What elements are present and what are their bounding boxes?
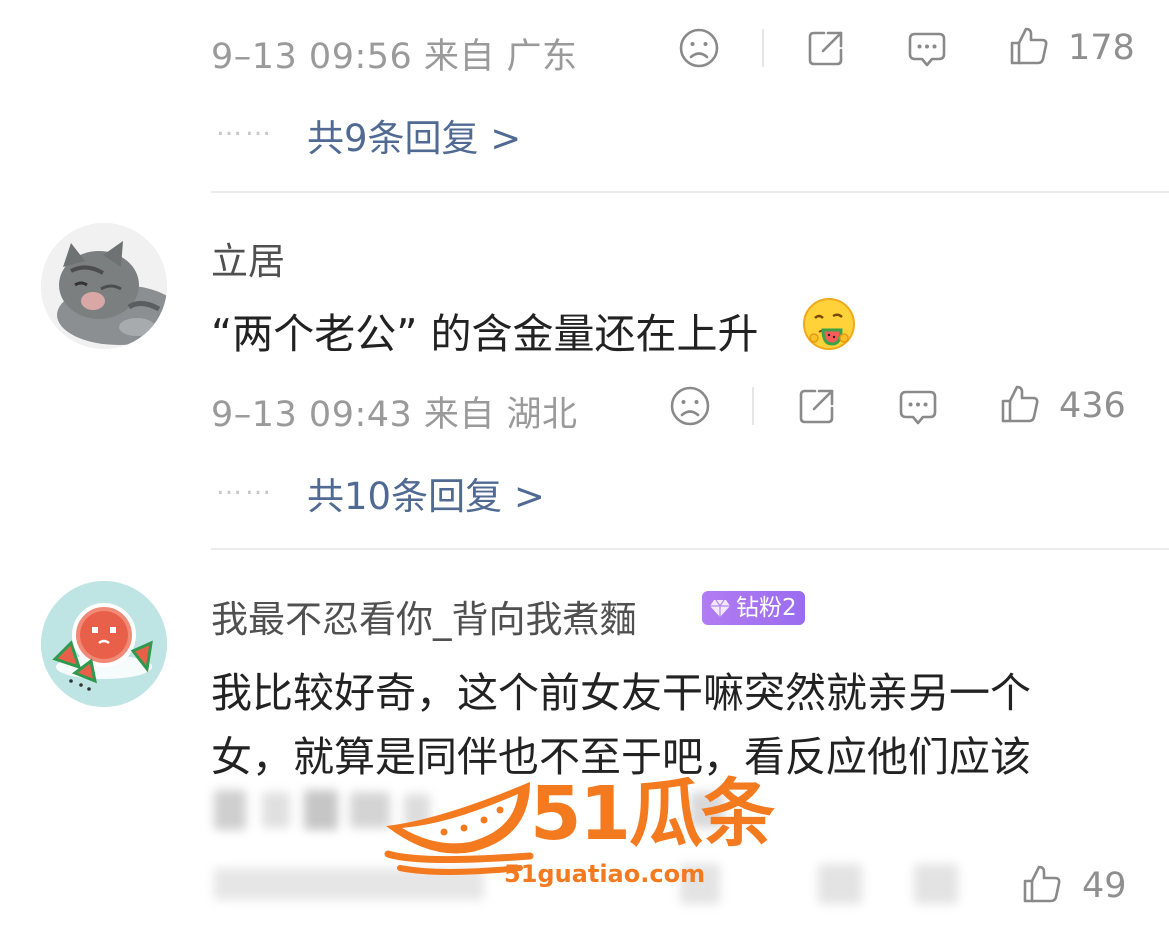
username[interactable]: 立居 xyxy=(211,231,285,285)
diamond-icon xyxy=(710,599,730,617)
thumbs-up-icon[interactable] xyxy=(998,382,1042,426)
like-count: 49 xyxy=(1082,866,1127,906)
comment-2-action-row: 9–13 09:43 来自 湖北 436 xyxy=(211,376,1127,436)
thumbs-up-icon[interactable] xyxy=(1020,862,1064,906)
view-replies-link[interactable]: 共9条回复 > xyxy=(307,108,521,162)
share-icon[interactable] xyxy=(795,384,839,428)
watermark-brand: 51瓜条 xyxy=(530,771,775,857)
comment-1-action-row: 9–13 09:56 来自 广东 178 xyxy=(211,18,1135,78)
blurred-text xyxy=(304,790,338,830)
replies-dots: …… xyxy=(216,112,274,142)
username[interactable]: 我最不忍看你_背向我煮麵 xyxy=(211,589,637,643)
watermark: 51瓜条 51guatiao.com xyxy=(380,768,790,898)
thumbs-up-icon[interactable] xyxy=(1007,24,1051,68)
fan-level-badge[interactable]: 钻粉2 xyxy=(702,591,805,625)
comment-divider xyxy=(211,191,1169,193)
watermelon-avatar-image xyxy=(41,581,167,707)
blurred-meta xyxy=(914,864,958,904)
comment-icon[interactable] xyxy=(905,26,949,70)
badge-label: 钻粉2 xyxy=(736,595,797,621)
replies-dots: …… xyxy=(216,471,274,501)
like-count: 436 xyxy=(1059,386,1126,426)
action-divider xyxy=(752,387,754,425)
frown-face-icon[interactable] xyxy=(668,384,712,428)
blurred-meta xyxy=(818,864,862,904)
comment-divider xyxy=(211,548,1169,550)
watermark-url: 51guatiao.com xyxy=(504,860,706,888)
kitten-avatar-image xyxy=(41,223,167,349)
comment-meta: 9–13 09:56 来自 广东 xyxy=(211,37,578,77)
avatar[interactable] xyxy=(41,223,167,349)
watermelon-eating-emoji xyxy=(801,296,857,352)
comment-icon[interactable] xyxy=(896,384,940,428)
action-divider xyxy=(762,29,764,67)
like-count: 178 xyxy=(1068,28,1135,68)
avatar[interactable] xyxy=(41,581,167,707)
frown-face-icon[interactable] xyxy=(677,26,721,70)
comment-meta: 9–13 09:43 来自 湖北 xyxy=(211,395,578,435)
blurred-text xyxy=(262,792,290,828)
view-replies-link[interactable]: 共10条回复 > xyxy=(307,466,545,520)
blurred-text xyxy=(214,790,246,830)
share-icon[interactable] xyxy=(804,26,848,70)
comment-text-line: 我比较好奇，这个前女友干嘛突然就亲另一个 xyxy=(211,669,1031,717)
comment-text: “两个老公” 的含金量还在上升 xyxy=(211,310,759,358)
